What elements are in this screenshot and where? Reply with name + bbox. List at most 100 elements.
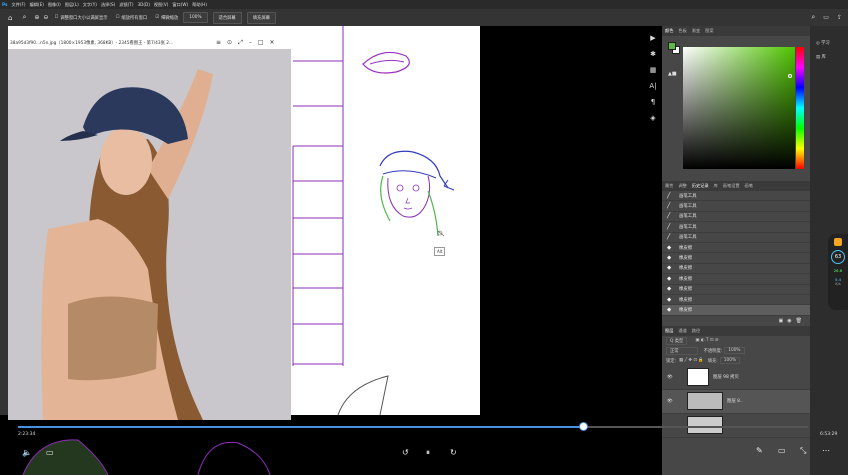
opacity-input[interactable]: 100% <box>724 347 745 355</box>
search-icon[interactable]: ⌕ <box>811 13 815 22</box>
fill-input[interactable]: 100% <box>719 357 741 365</box>
menu-type[interactable]: 文字(Y) <box>83 2 97 8</box>
workspace-icon[interactable]: ▭ <box>823 14 829 21</box>
ps-logo-icon[interactable]: Ps <box>2 2 8 7</box>
history-row[interactable]: ◆ 橡皮擦 <box>662 243 810 254</box>
home-icon[interactable]: ⌂ <box>8 14 12 22</box>
network-speed-widget[interactable]: 63 26.6 5.4 K/s <box>828 234 848 310</box>
menu-help[interactable]: 帮助(H) <box>192 2 207 8</box>
sparkle-icon[interactable]: ✱ <box>648 50 658 60</box>
progress-track[interactable] <box>18 422 808 431</box>
zoom-in-icon[interactable]: ⊕ <box>34 14 39 21</box>
resize-windows-checkbox[interactable]: ☐ <box>54 15 58 20</box>
filter-icons[interactable]: ▣ ◐ T ⊡ ⊘ <box>695 338 718 343</box>
fill-label: 填充: <box>707 358 718 364</box>
blend-mode-select[interactable]: 正常 <box>666 346 698 355</box>
panel-icon-strip: ▶ ✱ ▦ A| ¶ ◈ <box>648 34 660 134</box>
histogram-icon[interactable]: ▦ <box>648 66 658 76</box>
menu-file[interactable]: 文件(F) <box>12 2 26 8</box>
menu-select[interactable]: 选择(S) <box>101 2 115 8</box>
menu-3d[interactable]: 3D(D) <box>137 2 149 7</box>
scrubby-zoom-checkbox[interactable]: ☑ <box>155 15 159 20</box>
brush-icon: ╱ <box>667 192 671 199</box>
tab-paths[interactable]: 路径 <box>692 328 700 334</box>
viewer-fullscreen-icon[interactable]: ⤢ <box>238 39 243 47</box>
history-panel-tabs: 属性 调整 历史记录 库 画笔设置 画笔 <box>662 181 810 191</box>
volume-icon[interactable]: 🔈 <box>22 448 32 457</box>
fill-screen-button[interactable]: 填充屏幕 <box>246 11 276 24</box>
tab-brushes[interactable]: 画笔 <box>745 183 753 189</box>
layer-row[interactable]: 👁 图层 98 拷贝 <box>662 366 810 390</box>
progress-handle[interactable] <box>578 422 588 431</box>
cube-icon[interactable]: ◈ <box>648 114 658 124</box>
tab-layers[interactable]: 图层 <box>665 328 673 334</box>
layer-row[interactable]: 👁 图层 8.. <box>662 389 810 414</box>
pen-icon[interactable]: ✎ <box>756 446 763 455</box>
eraser-icon: ◆ <box>667 275 672 282</box>
danmaku-icon[interactable]: ▭ <box>46 448 54 457</box>
history-row[interactable]: ◆ 橡皮擦 <box>662 253 810 264</box>
layers-lock-row: 锁定: ▦ ╱ ✥ ⊡ 🔒 填充: 100% <box>662 356 810 366</box>
scrubby-zoom-label: 细微缩放 <box>161 15 179 21</box>
history-row[interactable]: ◆ 橡皮擦 <box>662 295 810 306</box>
tab-patterns[interactable]: 图案 <box>705 28 713 34</box>
viewer-maximize-icon[interactable]: □ <box>258 39 264 46</box>
rewind-icon[interactable]: ↺ <box>402 448 409 457</box>
history-row[interactable]: ◆ 橡皮擦 <box>662 285 810 295</box>
learn-button[interactable]: ◎ 学习 <box>816 40 848 46</box>
history-row[interactable]: ╱ 画笔工具 <box>662 212 810 223</box>
tab-swatches[interactable]: 色板 <box>678 28 686 34</box>
menu-layer[interactable]: 图层(L) <box>65 2 79 8</box>
hue-slider[interactable] <box>796 47 804 169</box>
history-row[interactable]: ╱ 画笔工具 <box>662 201 810 212</box>
tab-history[interactable]: 历史记录 <box>692 183 709 189</box>
menu-window[interactable]: 窗口(W) <box>172 2 188 8</box>
pause-icon[interactable]: ⏸ <box>426 448 430 458</box>
share-icon[interactable]: ⇪ <box>837 14 842 21</box>
zoom-100-button[interactable]: 100% <box>183 12 208 23</box>
visibility-eye-icon[interactable]: 👁 <box>667 399 679 404</box>
viewer-settings-icon[interactable]: ⊙ <box>227 39 232 46</box>
viewer-minimize-icon[interactable]: – <box>249 39 252 46</box>
layer-filter-select[interactable]: Q 类型 <box>666 336 688 345</box>
pip-icon[interactable]: ⤡ <box>800 446 806 456</box>
forward-icon[interactable]: ↻ <box>450 448 457 457</box>
history-row-selected[interactable]: ◆ 橡皮擦 <box>662 305 810 316</box>
fit-screen-button[interactable]: 适合屏幕 <box>212 11 242 24</box>
history-row[interactable]: ◆ 橡皮擦 <box>662 274 810 285</box>
color-field-cursor <box>788 74 792 78</box>
viewer-menu-icon[interactable]: ≡ <box>216 39 221 46</box>
tab-channels[interactable]: 通道 <box>678 328 686 334</box>
text-tool-icon[interactable]: A| <box>648 82 658 92</box>
menu-image[interactable]: 图像(I) <box>48 2 61 8</box>
menu-view[interactable]: 视图(V) <box>154 2 169 8</box>
more-icon[interactable]: ⋯ <box>822 446 830 455</box>
menu-edit[interactable]: 编辑(E) <box>30 2 44 8</box>
color-field[interactable] <box>683 47 795 169</box>
tab-library[interactable]: 库 <box>714 183 718 189</box>
tab-adjustments[interactable]: 调整 <box>678 183 686 189</box>
foreground-swatch[interactable] <box>668 42 676 50</box>
tab-properties[interactable]: 属性 <box>665 183 673 189</box>
visibility-eye-icon[interactable]: 👁 <box>667 375 679 380</box>
history-row[interactable]: ╱ 画笔工具 <box>662 191 810 202</box>
new-document-icon[interactable]: ▣ <box>779 318 784 324</box>
viewer-close-icon[interactable]: ✕ <box>270 39 275 46</box>
history-row[interactable]: ◆ 橡皮擦 <box>662 264 810 275</box>
tab-brush-settings[interactable]: 画笔设置 <box>723 183 740 189</box>
zoom-out-icon[interactable]: ⊖ <box>43 14 48 21</box>
tab-gradients[interactable]: 渐变 <box>692 28 700 34</box>
menu-filter[interactable]: 滤镜(T) <box>119 2 133 8</box>
zoom-tool-icon[interactable]: ⌕ <box>22 13 26 22</box>
tab-color[interactable]: 颜色 <box>665 28 673 34</box>
zoom-all-checkbox[interactable]: ☐ <box>116 15 120 20</box>
play-icon[interactable]: ▶ <box>648 34 658 44</box>
screen-icon[interactable]: ▭ <box>778 446 786 455</box>
libraries-button[interactable]: ▤ 库 <box>816 54 848 60</box>
trash-icon[interactable]: 🗑 <box>796 318 802 324</box>
paragraph-icon[interactable]: ¶ <box>648 98 658 108</box>
snapshot-icon[interactable]: ◉ <box>787 318 791 324</box>
history-row[interactable]: ╱ 画笔工具 <box>662 233 810 243</box>
history-row[interactable]: ╱ 画笔工具 <box>662 222 810 233</box>
lock-icons[interactable]: ▦ ╱ ✥ ⊡ 🔒 <box>679 358 704 363</box>
